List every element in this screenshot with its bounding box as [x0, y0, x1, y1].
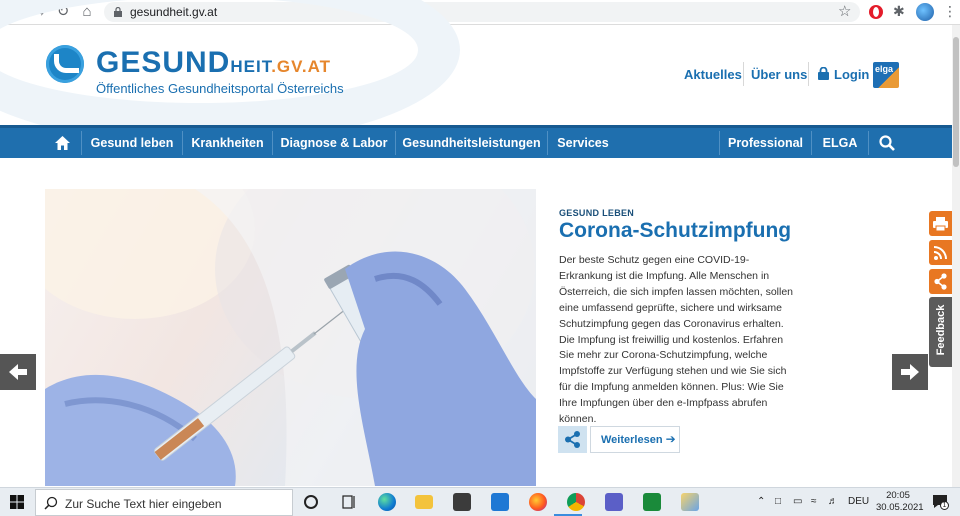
notification-badge: 1 [940, 501, 949, 510]
search-icon [44, 496, 58, 510]
site-logo-icon[interactable] [46, 45, 84, 83]
divider [808, 62, 809, 86]
share-icon [565, 431, 580, 448]
site-brand[interactable]: GESUNDHEIT.GV.AT [96, 48, 331, 82]
nav-item-diagnose-labor[interactable]: Diagnose & Labor [273, 128, 395, 158]
feedback-tab[interactable]: Feedback [929, 297, 952, 367]
site-header: GESUNDHEIT.GV.AT Öffentliches Gesundheit… [0, 0, 960, 145]
read-more-button[interactable]: Weiterlesen ➔ [590, 426, 680, 453]
hero-image[interactable] [45, 189, 536, 486]
mail-icon[interactable] [491, 493, 509, 511]
language-indicator[interactable]: DEU [848, 496, 869, 507]
clock-date: 30.05.2021 [876, 502, 924, 513]
star-icon[interactable]: ☆ [838, 2, 851, 20]
arrow-right-icon: ➔ [665, 432, 676, 446]
page-scrollbar[interactable] [952, 25, 960, 487]
windows-start-icon[interactable] [10, 495, 24, 509]
battery-icon[interactable]: ▭ [793, 496, 802, 507]
site-tagline: Öffentliches Gesundheitsportal Österreic… [96, 81, 344, 96]
brand-tld: .GV.AT [271, 57, 332, 76]
puzzle-icon[interactable]: ✱ [893, 3, 905, 20]
share-button[interactable] [558, 426, 587, 453]
clock-time: 20:05 [886, 490, 910, 501]
chrome-icon[interactable] [567, 493, 585, 511]
tray-device-icon[interactable]: □ [775, 496, 781, 507]
task-view-icon[interactable] [340, 493, 358, 511]
opera-extension-icon[interactable] [869, 5, 883, 19]
arrow-left-icon [9, 364, 27, 380]
carousel-prev-button[interactable] [0, 354, 36, 390]
elga-logo[interactable]: elga [873, 62, 899, 88]
rss-button[interactable] [929, 240, 952, 265]
profile-avatar[interactable] [916, 3, 934, 21]
taskbar-search-box[interactable]: Zur Suche Text hier eingeben [35, 489, 293, 516]
nav-item-professional[interactable]: Professional [720, 128, 811, 158]
scrollbar-thumb[interactable] [953, 37, 959, 167]
paint-icon[interactable] [681, 493, 699, 511]
firefox-icon[interactable] [529, 493, 547, 511]
nav-item-services[interactable]: Services [548, 128, 618, 158]
clock[interactable]: 20:05 30.05.2021 [876, 490, 924, 514]
main-navigation: Gesund leben Krankheiten Diagnose & Labo… [0, 125, 960, 158]
nav-item-gesundheitsleistungen[interactable]: Gesundheitsleistungen [396, 128, 547, 158]
wifi-icon[interactable]: ≈ [811, 496, 817, 507]
edge-browser-icon[interactable] [378, 493, 396, 511]
brand-main: GESUND [96, 46, 231, 79]
app-plus-icon[interactable] [643, 493, 661, 511]
search-icon[interactable] [879, 135, 895, 151]
nav-item-gesund-leben[interactable]: Gesund leben [82, 128, 182, 158]
cortana-icon[interactable] [304, 495, 318, 509]
microsoft-store-icon[interactable] [453, 493, 471, 511]
about-link[interactable]: Über uns [751, 67, 807, 82]
more-menu-icon[interactable]: ⋮ [943, 3, 957, 20]
share-icon [934, 273, 947, 290]
news-link[interactable]: Aktuelles [684, 67, 742, 82]
tray-chevron-icon[interactable]: ⌃ [757, 496, 765, 507]
vaccine-syringe-illustration [45, 189, 536, 486]
volume-icon[interactable]: ♬ [828, 496, 838, 507]
read-more-label: Weiterlesen [601, 434, 663, 446]
padlock-icon [818, 67, 829, 80]
share-tool-button[interactable] [929, 269, 952, 294]
divider [743, 62, 744, 86]
elga-logo-text: elga [875, 64, 894, 74]
hero-body: Der beste Schutz gegen eine COVID-19-Erk… [559, 254, 794, 426]
windows-taskbar: Zur Suche Text hier eingeben ⌃ □ ▭ ≈ ♬ D… [0, 487, 960, 516]
arrow-right-icon [901, 364, 919, 380]
home-icon[interactable] [55, 136, 70, 150]
taskbar-search-placeholder: Zur Suche Text hier eingeben [65, 497, 222, 511]
nav-item-elga[interactable]: ELGA [812, 128, 868, 158]
rss-icon [933, 246, 947, 260]
file-explorer-icon[interactable] [415, 495, 433, 509]
nav-divider [868, 131, 869, 155]
feedback-label: Feedback [935, 304, 947, 356]
teams-icon[interactable] [605, 493, 623, 511]
carousel-next-button[interactable] [892, 354, 928, 390]
nav-item-krankheiten[interactable]: Krankheiten [183, 128, 272, 158]
screen: ← → ↻ ⌂ gesundheit.gv.at ☆ ✱ ⋮ GESUNDHEI… [0, 0, 960, 516]
notification-center-icon[interactable]: 1 [932, 494, 949, 510]
hero-title[interactable]: Corona-Schutzimpfung [559, 219, 791, 243]
login-link[interactable]: Login [834, 67, 869, 82]
brand-small: HEIT [230, 57, 272, 76]
hero-kicker[interactable]: GESUND LEBEN [559, 208, 634, 218]
print-icon [933, 217, 948, 232]
print-button[interactable] [929, 211, 952, 236]
